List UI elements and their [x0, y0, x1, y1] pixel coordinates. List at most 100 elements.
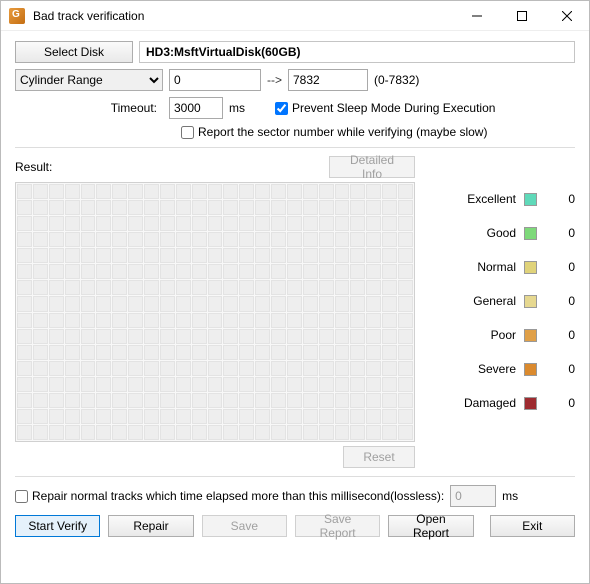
grid-cell [223, 248, 238, 263]
grid-cell [287, 361, 302, 376]
grid-cell [49, 216, 64, 231]
minimize-button[interactable] [454, 1, 499, 31]
grid-cell [81, 393, 96, 408]
grid-cell [271, 313, 286, 328]
report-sector-checkbox-input[interactable] [181, 126, 194, 139]
grid-cell [33, 409, 48, 424]
grid-cell [335, 280, 350, 295]
grid-cell [160, 409, 175, 424]
detailed-info-button[interactable]: Detailed Info [329, 156, 415, 178]
grid-cell [112, 393, 127, 408]
grid-cell [382, 184, 397, 199]
grid-cell [255, 184, 270, 199]
grid-cell [128, 313, 143, 328]
grid-cell [81, 313, 96, 328]
grid-cell [398, 280, 413, 295]
grid-cell [192, 184, 207, 199]
grid-cell [128, 329, 143, 344]
legend-swatch [524, 193, 537, 206]
grid-cell [271, 248, 286, 263]
grid-cell [319, 216, 334, 231]
grid-cell [192, 313, 207, 328]
grid-cell [160, 248, 175, 263]
grid-cell [208, 313, 223, 328]
legend-swatch [524, 295, 537, 308]
grid-cell [350, 184, 365, 199]
start-verify-button[interactable]: Start Verify [15, 515, 100, 537]
grid-cell [176, 248, 191, 263]
grid-cell [223, 393, 238, 408]
maximize-button[interactable] [499, 1, 544, 31]
grid-cell [192, 377, 207, 392]
grid-cell [33, 200, 48, 215]
grid-cell [112, 184, 127, 199]
grid-cell [81, 425, 96, 440]
repair-threshold-label: Repair normal tracks which time elapsed … [32, 489, 444, 503]
range-end-input[interactable] [288, 69, 368, 91]
prevent-sleep-checkbox[interactable]: Prevent Sleep Mode During Execution [275, 101, 495, 115]
grid-cell [160, 377, 175, 392]
grid-cell [350, 361, 365, 376]
grid-cell [350, 280, 365, 295]
repair-threshold-checkbox[interactable]: Repair normal tracks which time elapsed … [15, 489, 444, 503]
grid-cell [398, 184, 413, 199]
grid-cell [192, 296, 207, 311]
grid-cell [96, 313, 111, 328]
grid-cell [81, 200, 96, 215]
grid-cell [49, 393, 64, 408]
grid-cell [192, 280, 207, 295]
grid-cell [271, 200, 286, 215]
grid-cell [350, 200, 365, 215]
grid-cell [223, 296, 238, 311]
grid-cell [366, 232, 381, 247]
report-sector-checkbox[interactable]: Report the sector number while verifying… [181, 125, 487, 139]
grid-cell [49, 345, 64, 360]
legend-label: Damaged [456, 396, 516, 410]
grid-cell [81, 377, 96, 392]
reset-button[interactable]: Reset [343, 446, 415, 468]
grid-cell [303, 425, 318, 440]
grid-cell [144, 313, 159, 328]
grid-cell [382, 264, 397, 279]
close-button[interactable] [544, 1, 589, 31]
grid-cell [65, 425, 80, 440]
grid-cell [33, 361, 48, 376]
grid-cell [287, 425, 302, 440]
repair-threshold-input[interactable] [450, 485, 496, 507]
prevent-sleep-checkbox-input[interactable] [275, 102, 288, 115]
repair-button[interactable]: Repair [108, 515, 193, 537]
grid-cell [223, 425, 238, 440]
grid-cell [33, 264, 48, 279]
grid-cell [33, 296, 48, 311]
grid-cell [192, 216, 207, 231]
range-mode-select[interactable]: Cylinder Range [15, 69, 163, 91]
disk-name-field: HD3:MsftVirtualDisk(60GB) [139, 41, 575, 63]
grid-cell [319, 296, 334, 311]
grid-cell [335, 409, 350, 424]
grid-cell [335, 393, 350, 408]
grid-cell [192, 329, 207, 344]
grid-cell [65, 296, 80, 311]
grid-cell [208, 216, 223, 231]
grid-cell [271, 184, 286, 199]
grid-cell [303, 184, 318, 199]
grid-cell [96, 393, 111, 408]
grid-cell [176, 232, 191, 247]
select-disk-button[interactable]: Select Disk [15, 41, 133, 63]
grid-cell [65, 280, 80, 295]
grid-cell [160, 313, 175, 328]
grid-cell [49, 280, 64, 295]
range-start-input[interactable] [169, 69, 261, 91]
save-button[interactable]: Save [202, 515, 287, 537]
grid-cell [398, 361, 413, 376]
grid-cell [319, 409, 334, 424]
save-report-button[interactable]: Save Report [295, 515, 380, 537]
open-report-button[interactable]: Open Report [388, 515, 473, 537]
exit-button[interactable]: Exit [490, 515, 575, 537]
grid-cell [17, 248, 32, 263]
timeout-input[interactable] [169, 97, 223, 119]
grid-cell [208, 361, 223, 376]
legend-row: Good0 [435, 226, 575, 240]
repair-threshold-checkbox-input[interactable] [15, 490, 28, 503]
grid-cell [144, 377, 159, 392]
